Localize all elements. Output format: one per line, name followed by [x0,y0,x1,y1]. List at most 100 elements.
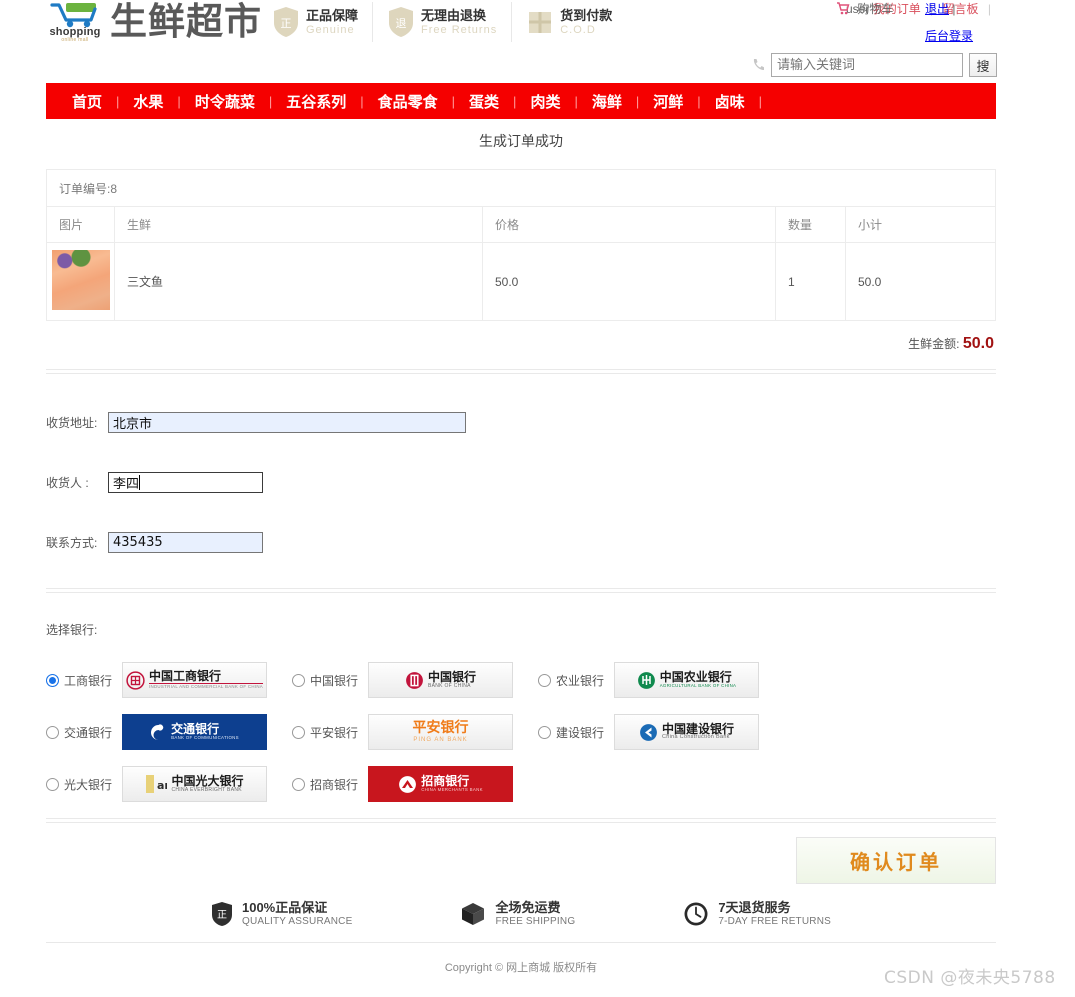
site-header: shopping online mall 生鲜超市 正 正品保障 Genuine [0,0,1075,83]
cmb-emblem-icon [399,775,417,793]
bank-option-boc[interactable]: 中国银行 中国银行 BANK OF CHINA [292,662,538,698]
contact-input[interactable] [108,531,263,553]
bank-label-boc: 中国银行 [310,673,359,688]
nav-item-7[interactable]: 海鲜 [578,91,636,112]
bank-option-ccb[interactable]: 建设银行 中国建设银行 China Construction Bank [538,714,784,750]
logout-link[interactable]: 退出 [925,2,949,16]
bank-logo-boc[interactable]: 中国银行 BANK OF CHINA [368,662,513,698]
svg-text:ank: ank [157,779,167,792]
abc-emblem-icon [637,671,655,689]
bank-label-ccb: 建设银行 [556,725,605,740]
bocom-emblem-icon [151,724,164,740]
radio-cmb-icon[interactable] [292,777,305,791]
bank-logo-cmb[interactable]: 招商银行 CHINA MERCHANTS BANK [368,766,513,802]
cmb-logo-en: CHINA MERCHANTS BANK [421,786,483,792]
footer-quality-cn: 100%正品保证 [241,900,328,915]
bocom-logo-en: BANK OF COMMUNICATIONS [171,734,239,740]
bank-logo-abc[interactable]: 中国农业银行 AGRICULTURAL BANK OF CHINA [614,662,759,698]
total-amount-label: 生鲜金额: [908,337,960,351]
cart-glyph-icon [50,3,97,28]
address-input[interactable] [108,411,466,433]
header-badge-cod: 货到付款 C.O.D [512,2,626,42]
column-header-price: 价格 [482,206,776,243]
nav-item-5[interactable]: 蛋类 [455,91,513,112]
radio-icbc-icon[interactable] [46,673,59,687]
bank-row-3: 光大银行 ank 中国光大银行 CHINA EVERBRIGHT BANK [46,766,996,802]
bank-option-cmb[interactable]: 招商银行 招商银行 CHINA MERCHANTS BANK [292,766,538,802]
nav-item-9[interactable]: 卤味 [701,91,759,112]
shipping-form: 收货地址: 收货人 : 李四 联系方式: [46,374,996,572]
bank-label-bocom: 交通银行 [64,725,113,740]
product-price: 50.0 [482,242,776,321]
radio-boc-icon[interactable] [292,673,305,687]
main-content: 生成订单成功 订单编号:8 图片 生鲜 价格 数量 小计 三文鱼 50.0 1 … [0,119,1075,884]
admin-login-link-wrap[interactable]: 后台登录 [925,27,973,44]
nav-sep-9: | [758,93,763,109]
bank-option-icbc[interactable]: 工商银行 中国工商银行 INDUSTRIAL AND COMMERCIAL BA… [46,662,292,698]
site-footer: 正 100%正品保证 QUALITY ASSURANCE 全场免运费 FREE … [0,888,1075,975]
bank-logo-ceb[interactable]: ank 中国光大银行 CHINA EVERBRIGHT BANK [122,766,267,802]
header-badge-returns: 退 无理由退换 Free Returns [373,2,513,42]
badge-cod-cn: 货到付款 [560,7,613,23]
bank-logo-bocom[interactable]: 交通银行 BANK OF COMMUNICATIONS [122,714,267,750]
header-badges: 正 正品保障 Genuine 退 无理由退换 Free Returns 货到付款… [258,2,626,42]
shopping-cart-logo-icon: shopping online mall [46,0,104,44]
order-number-row: 订单编号:8 [46,169,996,207]
nav-item-8[interactable]: 河鲜 [639,91,697,112]
confirm-order-button[interactable]: 确认订单 [796,837,996,884]
column-header-subtotal: 小计 [845,206,996,243]
address-row: 收货地址: [46,392,996,452]
cart-link[interactable]: 购物车 [836,0,893,17]
search-button[interactable]: 搜 [969,53,997,77]
boc-logo-en: BANK OF CHINA [427,682,471,689]
nav-item-6[interactable]: 肉类 [516,91,574,112]
total-amount-line: 生鲜金额: 50.0 [46,321,996,353]
copyright-text: Copyright © 网上商城 版权所有 [444,962,598,974]
bank-option-pingan[interactable]: 平安银行 平安银行 PING AN BANK [292,714,538,750]
bank-logo-icbc[interactable]: 中国工商银行 INDUSTRIAL AND COMMERCIAL BANK OF… [122,662,267,698]
bank-option-abc[interactable]: 农业银行 中国农业银行 AGRICULTURAL BANK OF CHINA [538,662,784,698]
salmon-thumbnail-icon [51,250,110,310]
radio-pingan-icon[interactable] [292,725,305,739]
search-input[interactable] [771,53,963,77]
contact-label: 联系方式: [46,535,98,550]
product-qty: 1 [775,242,846,321]
site-logo[interactable]: shopping online mall 生鲜超市 [46,0,260,44]
radio-abc-icon[interactable] [538,673,551,687]
bank-option-bocom[interactable]: 交通银行 交通银行 BANK OF COMMUNICATIONS [46,714,292,750]
box-cod-icon [529,12,552,33]
logout-link-wrap[interactable]: 退出 | [925,0,955,17]
column-header-image: 图片 [46,206,115,243]
page-title: 生成订单成功 [479,133,563,149]
radio-ceb-icon[interactable] [46,777,59,791]
box-shipping-icon [462,903,485,925]
admin-login-link[interactable]: 后台登录 [925,29,973,43]
logout-separator: | [952,2,956,16]
clock-returns-icon [684,902,708,926]
ceb-logo-cn: 中国光大银行 [171,774,244,789]
cart-icon [837,2,850,15]
product-subtotal: 50.0 [845,242,996,321]
radio-bocom-icon[interactable] [46,725,59,739]
bank-logo-ccb[interactable]: 中国建设银行 China Construction Bank [614,714,759,750]
icbc-emblem-icon [126,670,145,690]
nav-item-0[interactable]: 首页 [58,91,116,112]
ccb-emblem-icon [640,723,657,741]
nav-item-4[interactable]: 食品零食 [364,91,452,112]
footer-badge-quality: 正 100%正品保证 QUALITY ASSURANCE [211,900,352,928]
column-header-qty: 数量 [775,206,846,243]
radio-ccb-icon[interactable] [538,725,551,739]
bank-logo-pingan[interactable]: 平安银行 PING AN BANK [368,714,513,750]
badge-genuine-cn: 正品保障 [306,7,359,23]
nav-item-3[interactable]: 五谷系列 [272,91,360,112]
receiver-input[interactable]: 李四 [108,471,263,493]
footer-badges: 正 100%正品保证 QUALITY ASSURANCE 全场免运费 FREE … [46,888,996,942]
total-amount-value: 50.0 [962,335,994,352]
badge-returns-en: Free Returns [421,23,498,36]
nav-item-1[interactable]: 水果 [119,91,177,112]
nav-item-2[interactable]: 时令蔬菜 [181,91,269,112]
bank-option-ceb[interactable]: 光大银行 ank 中国光大银行 CHINA EVERBRIGHT BANK [46,766,292,802]
csdn-watermark: CSDN @夜未央5788 [884,968,1056,988]
receiver-label: 收货人 : [46,475,89,490]
shield-quality-icon: 正 [211,902,232,926]
